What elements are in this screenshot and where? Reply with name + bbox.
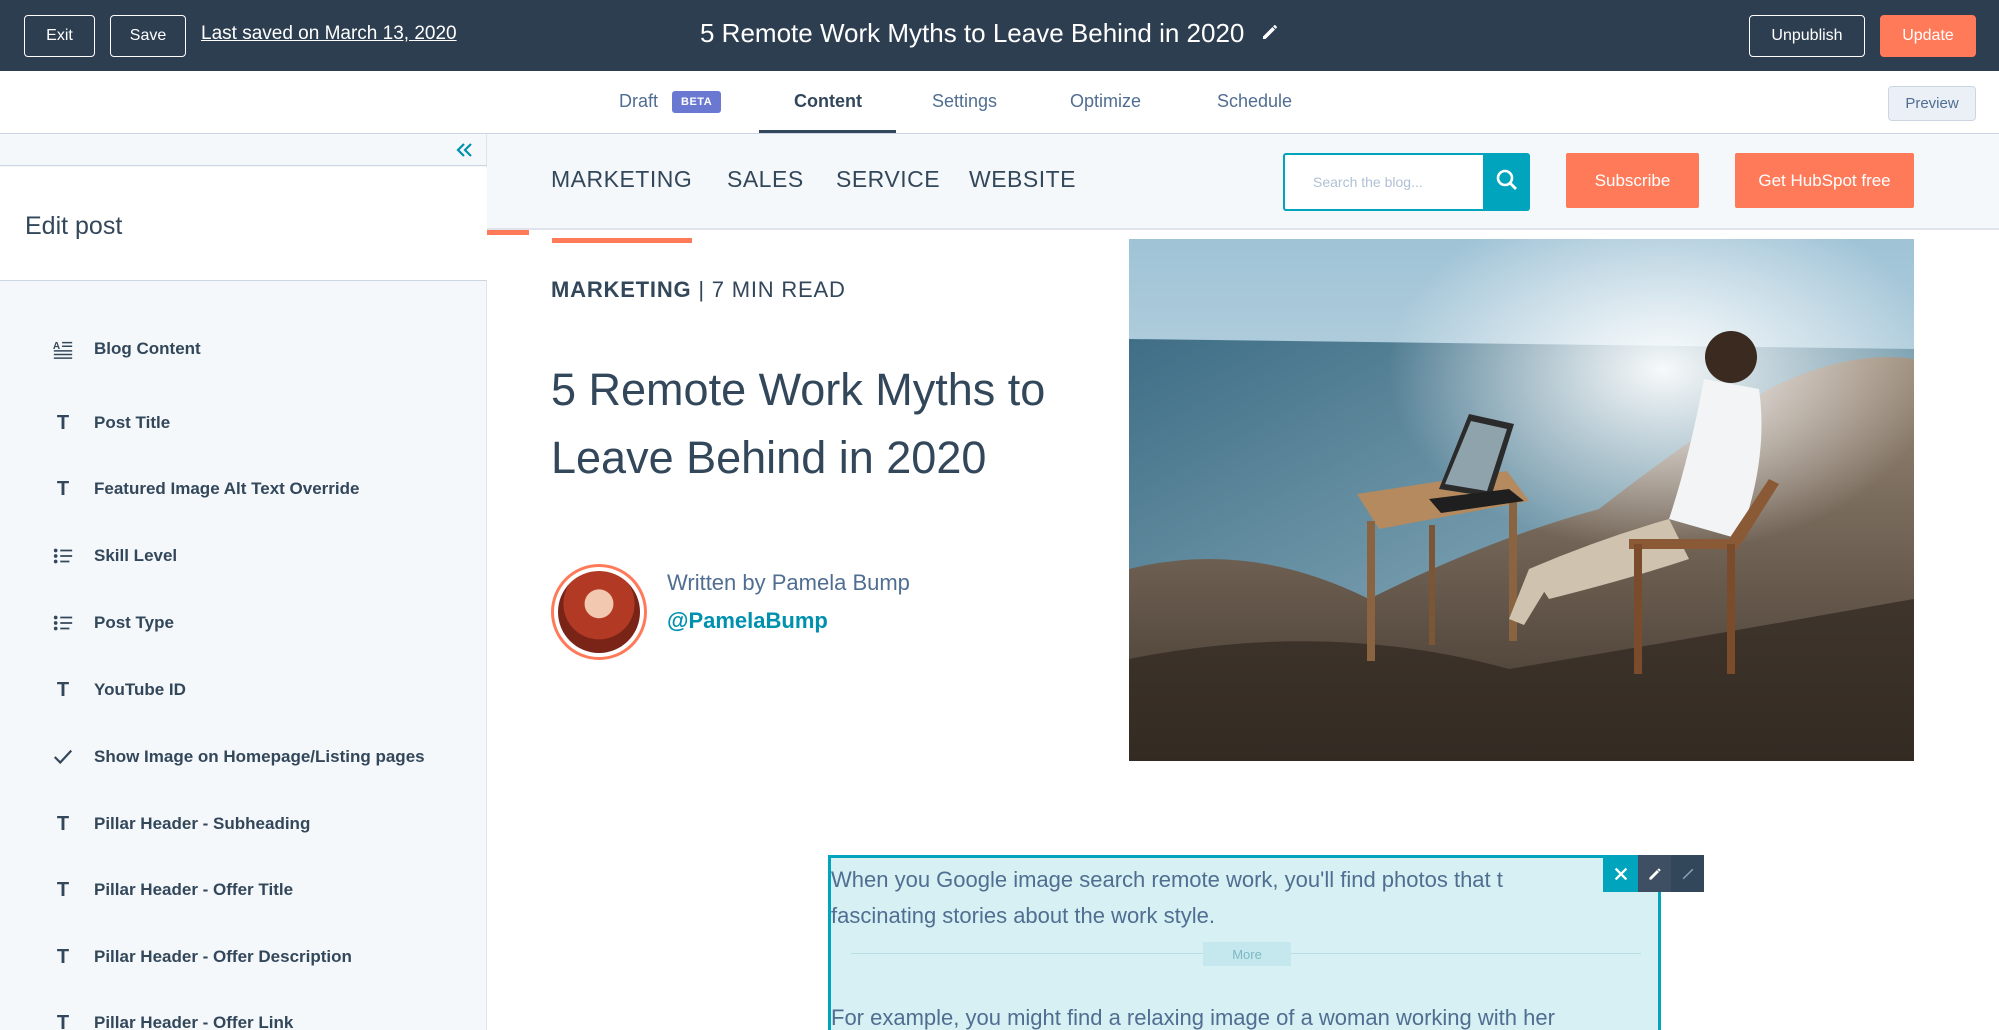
subscribe-button[interactable]: Subscribe [1566,153,1699,208]
text-icon: T [56,1011,70,1030]
sidebar-item-pillar-offer-link[interactable]: T Pillar Header - Offer Link [0,1001,487,1030]
sidebar-item-featured-image-alt[interactable]: T Featured Image Alt Text Override [0,467,487,511]
text-icon: T [56,411,70,434]
sidebar-item-pillar-offer-description[interactable]: T Pillar Header - Offer Description [0,935,487,979]
sidebar-header: Edit post [0,167,487,281]
accent-strip [487,230,529,235]
edit-line-icon[interactable] [1671,855,1704,892]
last-saved-link[interactable]: Last saved on March 13, 2020 [201,23,457,45]
read-more-separator[interactable]: More [1203,942,1291,966]
selected-rich-text-module[interactable]: When you Google image search remote work… [828,855,1661,1030]
meta-separator: | [691,277,712,302]
sidebar-item-pillar-offer-title[interactable]: T Pillar Header - Offer Title [0,868,487,912]
sidebar-item-pillar-subheading[interactable]: T Pillar Header - Subheading [0,802,487,846]
blog-nav-service[interactable]: SERVICE [836,166,940,193]
active-tab-indicator [759,130,896,133]
post-category[interactable]: MARKETING [551,277,691,302]
search-button[interactable] [1483,153,1530,211]
post-title-header[interactable]: 5 Remote Work Myths to Leave Behind in 2… [700,18,1280,49]
blog-nav-sales[interactable]: SALES [727,166,804,193]
blog-nav-marketing[interactable]: MARKETING [551,166,692,193]
pencil-icon[interactable] [1260,18,1280,49]
get-hubspot-free-button[interactable]: Get HubSpot free [1735,153,1914,208]
unpublish-button[interactable]: Unpublish [1749,15,1865,57]
body-paragraph[interactable]: When you Google image search remote work… [831,862,1591,934]
read-time: 7 MIN READ [711,277,846,302]
body-paragraph[interactable]: For example, you might find a relaxing i… [831,1000,1631,1030]
sidebar-item-label: Skill Level [94,546,178,565]
exit-button[interactable]: Exit [24,15,95,57]
search-icon [1495,168,1519,197]
check-icon [50,744,76,770]
tab-optimize[interactable]: Optimize [1070,91,1141,112]
tab-content[interactable]: Content [794,91,862,112]
sidebar-item-post-type[interactable]: Post Type [0,601,487,645]
author-avatar [551,564,647,660]
accent-strip [552,238,692,243]
text-icon: T [56,945,70,968]
sidebar-item-blog-content[interactable]: A Blog Content [0,327,487,371]
tab-settings[interactable]: Settings [932,91,997,112]
sidebar-item-label: Blog Content [94,339,201,358]
search-placeholder: Search the blog... [1313,174,1423,190]
tab-schedule[interactable]: Schedule [1217,91,1292,112]
sidebar-item-post-title[interactable]: T Post Title [0,401,487,445]
editor-tabs: Draft BETA Content Settings Optimize Sche… [0,71,1999,134]
close-icon[interactable] [1603,855,1638,892]
sidebar-item-show-image[interactable]: Show Image on Homepage/Listing pages [0,735,487,779]
update-button[interactable]: Update [1880,15,1976,57]
text-icon: T [56,477,70,500]
blog-navigation: MARKETING SALES SERVICE WEBSITE Search t… [487,134,1999,230]
sidebar-item-label: Pillar Header - Subheading [94,814,311,833]
blog-nav-website[interactable]: WEBSITE [969,166,1076,193]
edit-post-sidebar: Edit post A Blog Content T Post Title T … [0,134,487,1030]
sidebar-collapse-row [0,134,487,166]
sidebar-heading: Edit post [25,212,123,240]
save-button[interactable]: Save [110,15,186,57]
sidebar-item-label: Pillar Header - Offer Title [94,880,294,899]
choice-icon [50,610,76,636]
rich-text-icon: A [50,336,76,362]
text-icon: T [56,678,70,701]
sidebar-item-label: Show Image on Homepage/Listing pages [94,747,425,766]
pencil-icon[interactable] [1638,855,1671,892]
sidebar-item-label: Post Type [94,613,174,632]
author-byline: Written by Pamela Bump [667,570,910,595]
choice-icon [50,543,76,569]
blog-search-input[interactable]: Search the blog... [1283,153,1483,211]
module-toolbar [1603,855,1704,892]
header-title-text: 5 Remote Work Myths to Leave Behind in 2… [700,18,1245,48]
sidebar-item-label: Featured Image Alt Text Override [94,479,360,498]
sidebar-item-skill-level[interactable]: Skill Level [0,534,487,578]
tab-draft-label: Draft [619,91,659,111]
post-title[interactable]: 5 Remote Work Myths to Leave Behind in 2… [551,356,1091,492]
sidebar-item-label: Pillar Header - Offer Link [94,1013,294,1030]
sidebar-item-label: YouTube ID [94,680,186,699]
beta-badge: BETA [672,91,722,114]
author-handle-link[interactable]: @PamelaBump [667,608,828,634]
post-meta: MARKETING | 7 MIN READ [551,277,846,303]
editor-topbar: Exit Save Last saved on March 13, 2020 5… [0,0,1999,71]
preview-button[interactable]: Preview [1888,86,1976,121]
double-chevron-left-icon[interactable] [453,140,475,160]
blog-preview: MARKETING SALES SERVICE WEBSITE Search t… [487,134,1999,1030]
sidebar-item-youtube-id[interactable]: T YouTube ID [0,668,487,712]
sidebar-item-label: Pillar Header - Offer Description [94,947,352,966]
tab-draft[interactable]: Draft BETA [619,91,722,114]
featured-image[interactable] [1129,239,1914,761]
text-icon: T [56,812,70,835]
sidebar-item-label: Post Title [94,413,171,432]
text-icon: T [56,878,70,901]
